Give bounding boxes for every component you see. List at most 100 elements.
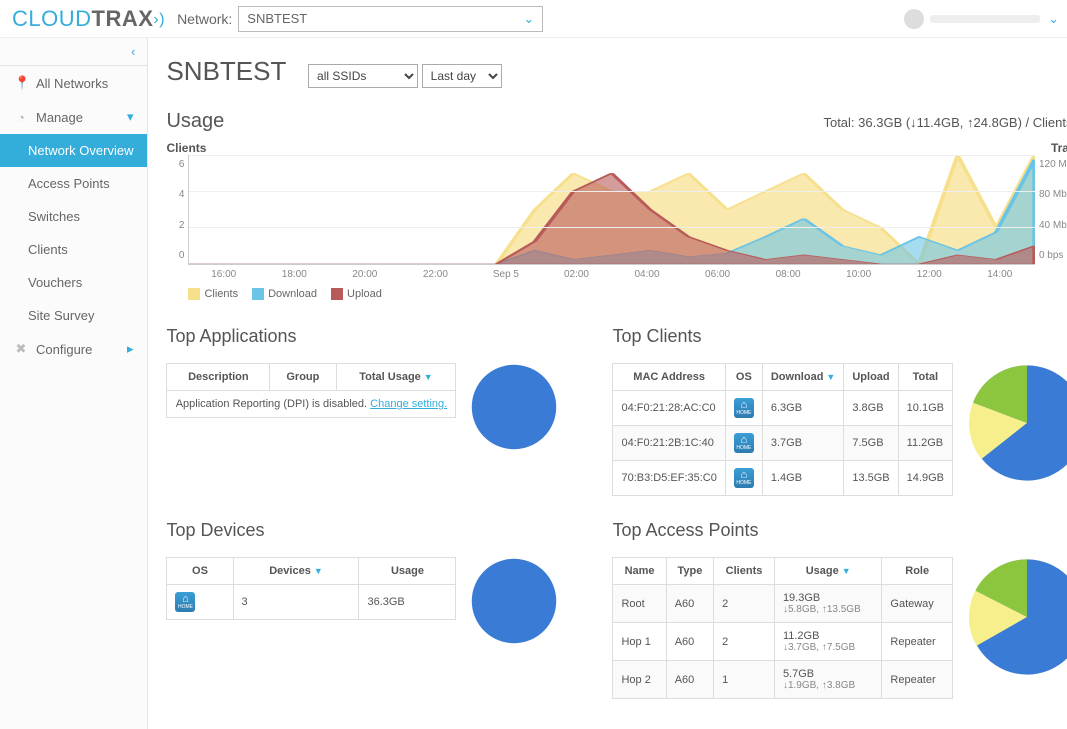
- panel-title: Top Devices: [166, 520, 596, 541]
- legend-swatch-download: [252, 288, 264, 300]
- chevron-right-icon: ▸: [127, 341, 134, 357]
- panel-title: Top Applications: [166, 326, 596, 347]
- chart-legend: Clients Download Upload: [188, 288, 1067, 300]
- col-download[interactable]: Download▼: [762, 364, 843, 391]
- legend-label: Clients: [204, 288, 238, 300]
- table-row[interactable]: 04:F0:21:2B:1C:403.7GB7.5GB11.2GB: [613, 426, 953, 461]
- sort-icon: ▼: [424, 372, 433, 382]
- page-header: SNBTEST all SSIDs Last day: [166, 56, 1067, 88]
- table-row[interactable]: 70:B3:D5:EF:35:C01.4GB13.5GB14.9GB: [613, 461, 953, 496]
- top-aps-table: Name Type Clients Usage▼ Role RootA60219…: [612, 557, 953, 699]
- network-selected: SNBTEST: [247, 11, 307, 26]
- legend-swatch-upload: [331, 288, 343, 300]
- clients-axis-label: Clients: [166, 141, 206, 155]
- col-clients[interactable]: Clients: [714, 558, 775, 585]
- col-type[interactable]: Type: [666, 558, 713, 585]
- y-axis-left: 6420: [166, 155, 188, 265]
- top-devices-pie: [470, 557, 558, 645]
- col-description[interactable]: Description: [167, 364, 270, 391]
- sidebar-item-site-survey[interactable]: Site Survey: [0, 299, 147, 332]
- usage-title: Usage: [166, 110, 224, 133]
- chevron-down-icon: ⌄: [523, 11, 534, 27]
- brand-cloud: CLOUD: [12, 6, 92, 31]
- sidebar-item-access-points[interactable]: Access Points: [0, 167, 147, 200]
- sidebar-item-label: All Networks: [36, 76, 108, 91]
- wrench-icon: ✖: [14, 341, 28, 357]
- col-role[interactable]: Role: [882, 558, 953, 585]
- table-row[interactable]: 04:F0:21:28:AC:C06.3GB3.8GB10.1GB: [613, 391, 953, 426]
- sort-icon: ▼: [314, 566, 323, 576]
- sidebar-item-clients[interactable]: Clients: [0, 233, 147, 266]
- panel-title: Top Access Points: [612, 520, 1067, 541]
- chevron-down-icon: ⌄: [1048, 11, 1059, 27]
- col-os[interactable]: OS: [167, 558, 233, 585]
- col-upload[interactable]: Upload: [844, 364, 898, 391]
- time-range-select[interactable]: Last day: [422, 64, 502, 88]
- legend-label: Upload: [347, 288, 382, 300]
- main-content: SNBTEST all SSIDs Last day Usage Total: …: [148, 38, 1067, 729]
- x-axis: 16:0018:0020:0022:00Sep 502:0004:0006:00…: [188, 265, 1035, 280]
- account-menu[interactable]: ⌄: [904, 9, 1059, 29]
- table-row[interactable]: Hop 2A6015.7GB↓1.9GB, ↑3.8GBRepeater: [613, 661, 953, 699]
- sidebar-item-switches[interactable]: Switches: [0, 200, 147, 233]
- sort-icon: ▼: [826, 372, 835, 382]
- avatar: [904, 9, 924, 29]
- dpi-disabled-text: Application Reporting (DPI) is disabled.: [176, 398, 370, 410]
- top-aps-pie: [967, 557, 1067, 677]
- col-total-usage[interactable]: Total Usage▼: [336, 364, 456, 391]
- table-row[interactable]: 3 36.3GB: [167, 585, 456, 620]
- sort-icon: ▼: [842, 566, 851, 576]
- sidebar-item-label: Vouchers: [28, 275, 82, 290]
- network-select[interactable]: SNBTEST ⌄: [238, 6, 543, 32]
- table-row[interactable]: RootA60219.3GB↓5.8GB, ↑13.5GBGateway: [613, 585, 953, 623]
- legend-swatch-clients: [188, 288, 200, 300]
- col-name[interactable]: Name: [613, 558, 666, 585]
- gauge-icon: ◔: [14, 110, 28, 125]
- top-clients-pie: [967, 363, 1067, 483]
- ssid-select[interactable]: all SSIDs: [308, 64, 418, 88]
- chevron-left-icon: ‹: [131, 44, 135, 59]
- account-name-redacted: [930, 15, 1040, 23]
- panel-top-applications: Top Applications Description Group Total…: [166, 326, 596, 496]
- os-home-icon: [175, 592, 195, 612]
- sidebar-collapse[interactable]: ‹: [0, 38, 147, 66]
- sidebar-item-label: Network Overview: [28, 143, 133, 158]
- panel-top-clients: Top Clients MAC Address OS Download▼ Upl…: [612, 326, 1067, 496]
- table-row[interactable]: Hop 1A60211.2GB↓3.7GB, ↑7.5GBRepeater: [613, 623, 953, 661]
- top-apps-table: Description Group Total Usage▼ Applicati…: [166, 363, 456, 418]
- col-usage[interactable]: Usage▼: [774, 558, 881, 585]
- col-mac[interactable]: MAC Address: [613, 364, 725, 391]
- panel-title: Top Clients: [612, 326, 1067, 347]
- col-devices[interactable]: Devices▼: [233, 558, 359, 585]
- sidebar-item-label: Clients: [28, 242, 68, 257]
- sidebar-item-label: Configure: [36, 342, 92, 357]
- sidebar-item-configure[interactable]: ✖ Configure ▸: [0, 332, 147, 366]
- legend-label: Download: [268, 288, 317, 300]
- sidebar-item-label: Switches: [28, 209, 80, 224]
- sidebar-item-network-overview[interactable]: Network Overview: [0, 134, 147, 167]
- col-usage[interactable]: Usage: [359, 558, 456, 585]
- sidebar-item-all-networks[interactable]: 📍 All Networks: [0, 66, 147, 100]
- sidebar-item-manage[interactable]: ◔ Manage ▾: [0, 100, 147, 134]
- panel-top-access-points: Top Access Points Name Type Clients Usag…: [612, 520, 1067, 699]
- usage-chart: 6420 120 Mbps80 Mbps40 Mbps0 bps: [166, 155, 1067, 265]
- top-devices-table: OS Devices▼ Usage 3 36.3GB: [166, 557, 456, 620]
- top-apps-pie: [470, 363, 558, 451]
- plot-area: [188, 155, 1035, 265]
- pin-icon: 📍: [14, 75, 28, 91]
- network-label: Network:: [177, 11, 232, 27]
- change-setting-link[interactable]: Change setting.: [370, 398, 447, 410]
- col-os[interactable]: OS: [725, 364, 762, 391]
- panel-top-devices: Top Devices OS Devices▼ Usage 3 36.3GB: [166, 520, 596, 699]
- top-bar: CLOUDTRAX›) Network: SNBTEST ⌄ ⌄: [0, 0, 1067, 38]
- usage-total: Total: 36.3GB (↓11.4GB, ↑24.8GB) / Clien…: [823, 115, 1067, 130]
- sidebar-item-vouchers[interactable]: Vouchers: [0, 266, 147, 299]
- page-title: SNBTEST: [166, 56, 286, 87]
- col-total[interactable]: Total: [898, 364, 952, 391]
- brand-logo: CLOUDTRAX›): [12, 6, 165, 32]
- brand-trax: TRAX: [92, 6, 154, 31]
- top-clients-table: MAC Address OS Download▼ Upload Total 04…: [612, 363, 953, 496]
- sidebar-item-label: Site Survey: [28, 308, 94, 323]
- traffic-axis-label: Traffic: [1051, 141, 1067, 155]
- col-group[interactable]: Group: [270, 364, 336, 391]
